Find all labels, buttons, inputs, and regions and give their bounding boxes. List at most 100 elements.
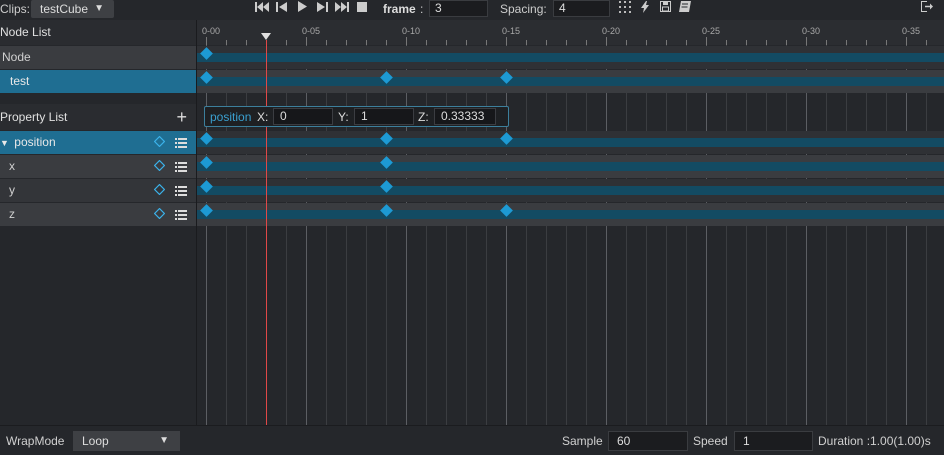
ruler-tick — [386, 40, 387, 45]
frame-label: frame — [383, 2, 416, 16]
ruler-tick — [526, 40, 527, 45]
node-item-label: Node — [2, 50, 31, 64]
property-list-title: Property List — [0, 110, 68, 124]
ruler-tick — [666, 40, 667, 45]
z-value-input[interactable]: 0.33333 — [434, 108, 496, 125]
property-item-label: z — [9, 207, 15, 221]
add-keyframe-icon[interactable] — [154, 208, 165, 219]
ruler-tick — [486, 40, 487, 45]
jump-last-icon[interactable] — [334, 1, 350, 17]
ruler-tick — [426, 40, 427, 45]
wrapmode-select[interactable]: Loop ▼ — [73, 431, 180, 451]
dropdown-arrow-icon: ▼ — [159, 435, 169, 446]
z-label: Z: — [418, 110, 429, 124]
ruler-tick — [606, 37, 607, 45]
grid-dots-icon[interactable] — [617, 1, 633, 17]
add-keyframe-icon[interactable] — [154, 184, 165, 195]
ruler-tick — [786, 40, 787, 45]
editor-property-name: position — [210, 110, 252, 124]
ruler-tick — [746, 40, 747, 45]
lightning-icon[interactable] — [637, 1, 653, 17]
property-item-label: x — [9, 159, 15, 173]
ruler-tick — [326, 40, 327, 45]
list-menu-icon[interactable] — [175, 162, 187, 172]
node-list-header: Node List — [0, 20, 196, 45]
ruler-tick — [306, 37, 307, 45]
property-item-z[interactable]: z — [0, 203, 196, 226]
list-menu-icon[interactable] — [175, 210, 187, 220]
property-list-header: Property List + — [0, 104, 196, 130]
ruler-tick — [466, 40, 467, 45]
add-property-icon[interactable]: + — [176, 104, 187, 130]
track-row-test — [197, 70, 944, 93]
ruler-tick — [806, 37, 807, 45]
playhead-handle-icon[interactable] — [261, 33, 271, 41]
track-row-position — [197, 131, 944, 154]
ruler-tick — [686, 40, 687, 45]
ruler-tick — [646, 40, 647, 45]
duration-text: Duration :1.00(1.00)s — [818, 434, 931, 448]
ruler-tick-label: 0-30 — [802, 26, 821, 36]
ruler-tick — [206, 37, 207, 45]
spacing-input[interactable]: 4 — [553, 0, 610, 17]
timeline-ruler[interactable]: 0-00 0-05 0-10 0-15 0-20 0-25 0-30 0-35 — [197, 20, 944, 45]
ruler-tick — [846, 40, 847, 45]
expand-triangle-icon[interactable]: ▼ — [0, 138, 9, 148]
frame-input[interactable]: 3 — [429, 0, 488, 17]
play-icon[interactable] — [294, 1, 310, 17]
ruler-tick — [766, 40, 767, 45]
ruler-tick — [226, 40, 227, 45]
ruler-tick — [826, 40, 827, 45]
sample-input[interactable]: 60 — [608, 431, 688, 451]
ruler-tick — [886, 40, 887, 45]
clips-label: Clips: — [0, 2, 31, 16]
ruler-tick — [246, 40, 247, 45]
book-icon[interactable] — [677, 1, 693, 17]
ruler-tick-label: 0-15 — [502, 26, 521, 36]
playhead-line[interactable] — [266, 40, 267, 425]
property-item-position[interactable]: ▼ position — [0, 131, 196, 154]
ruler-tick-label: 0-05 — [302, 26, 321, 36]
ruler-tick — [286, 40, 287, 45]
ruler-tick — [366, 40, 367, 45]
property-item-x[interactable]: x — [0, 155, 196, 178]
prev-frame-icon[interactable] — [274, 1, 290, 17]
ruler-tick — [706, 37, 707, 45]
list-menu-icon[interactable] — [175, 138, 187, 148]
list-menu-icon[interactable] — [175, 186, 187, 196]
ruler-tick — [506, 37, 507, 45]
node-list-title: Node List — [0, 25, 51, 39]
jump-first-icon[interactable] — [254, 1, 270, 17]
timeline-area[interactable] — [197, 20, 944, 425]
add-keyframe-icon[interactable] — [154, 160, 165, 171]
next-frame-icon[interactable] — [314, 1, 330, 17]
ruler-tick — [406, 37, 407, 45]
ruler-tick-label: 0-25 — [702, 26, 721, 36]
ruler-tick — [926, 40, 927, 45]
ruler-tick — [906, 37, 907, 45]
top-toolbar: Clips: testCube ▼ frame : 3 Spacing: 4 — [0, 0, 944, 20]
y-value-input[interactable]: 1 — [354, 108, 414, 125]
ruler-tick-label: 0-20 — [602, 26, 621, 36]
ruler-tick — [726, 40, 727, 45]
ruler-tick-label: 0-00 — [202, 26, 221, 36]
ruler-tick — [626, 40, 627, 45]
ruler-tick-label: 0-10 — [402, 26, 421, 36]
ruler-tick — [446, 40, 447, 45]
property-item-y[interactable]: y — [0, 179, 196, 202]
speed-label: Speed — [693, 434, 728, 448]
ruler-tick — [346, 40, 347, 45]
ruler-tick-label: 0-35 — [902, 26, 921, 36]
node-item-test[interactable]: test — [0, 70, 196, 93]
node-item-node[interactable]: Node — [0, 46, 196, 69]
clip-select[interactable]: testCube ▼ — [31, 0, 114, 18]
track-row-x — [197, 155, 944, 178]
x-value-input[interactable]: 0 — [273, 108, 333, 125]
exit-icon[interactable] — [919, 1, 935, 17]
dropdown-arrow-icon: ▼ — [94, 3, 104, 14]
y-label: Y: — [338, 110, 349, 124]
stop-icon[interactable] — [354, 1, 370, 17]
add-keyframe-icon[interactable] — [154, 136, 165, 147]
speed-input[interactable]: 1 — [734, 431, 813, 451]
save-icon[interactable] — [657, 1, 673, 17]
